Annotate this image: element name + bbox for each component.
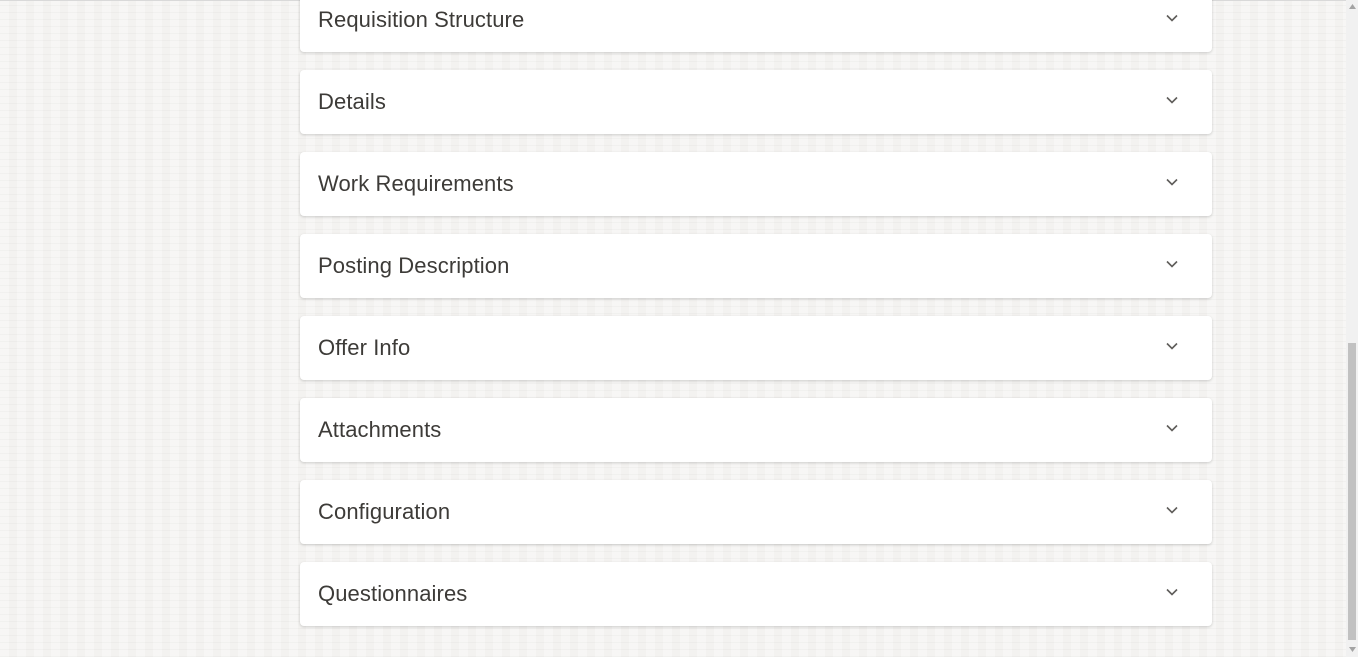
section-title: Configuration [318, 499, 451, 524]
section-work-requirements[interactable]: Work Requirements [300, 152, 1212, 216]
sections-list: Requisition Structure Details Work Requi… [300, 0, 1212, 644]
section-offer-info[interactable]: Offer Info [300, 316, 1212, 380]
section-details[interactable]: Details [300, 70, 1212, 134]
chevron-down-icon[interactable] [1164, 92, 1180, 108]
scrollbar-thumb[interactable] [1348, 343, 1356, 640]
section-title: Questionnaires [318, 581, 468, 606]
section-posting-description[interactable]: Posting Description [300, 234, 1212, 298]
section-title: Work Requirements [318, 171, 514, 196]
chevron-down-icon[interactable] [1164, 10, 1180, 26]
chevron-down-icon[interactable] [1164, 420, 1180, 436]
section-requisition-structure[interactable]: Requisition Structure [300, 0, 1212, 52]
section-title: Attachments [318, 417, 442, 442]
scroll-down-arrow-icon[interactable] [1346, 643, 1358, 657]
section-title: Posting Description [318, 253, 510, 278]
scroll-up-arrow-icon[interactable] [1346, 0, 1358, 14]
chevron-down-icon[interactable] [1164, 174, 1180, 190]
section-title: Details [318, 89, 386, 114]
section-attachments[interactable]: Attachments [300, 398, 1212, 462]
section-title: Offer Info [318, 335, 411, 360]
chevron-down-icon[interactable] [1164, 256, 1180, 272]
chevron-down-icon[interactable] [1164, 502, 1180, 518]
vertical-scrollbar[interactable] [1346, 0, 1358, 657]
section-title: Requisition Structure [318, 7, 525, 32]
section-configuration[interactable]: Configuration [300, 480, 1212, 544]
chevron-down-icon[interactable] [1164, 338, 1180, 354]
chevron-down-icon[interactable] [1164, 584, 1180, 600]
section-questionnaires[interactable]: Questionnaires [300, 562, 1212, 626]
